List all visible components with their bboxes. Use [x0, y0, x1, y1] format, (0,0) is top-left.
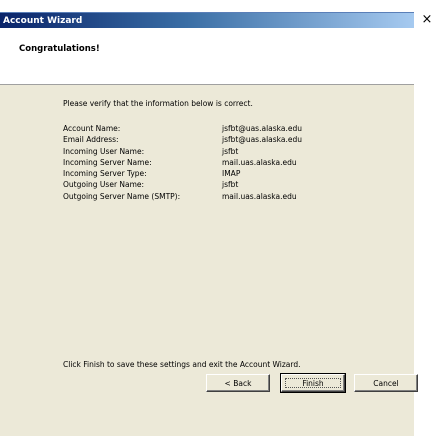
row-label: Outgoing User Name:: [63, 180, 145, 190]
page-heading: Congratulations!: [19, 44, 100, 54]
title-bar[interactable]: Account Wizard: [0, 12, 414, 29]
row-label: Incoming Server Type:: [63, 169, 147, 179]
row-label: Outgoing Server Name (SMTP):: [63, 191, 181, 201]
wizard-content: Please verify that the information below…: [0, 84, 418, 436]
row-value: mail.uas.alaska.edu: [222, 191, 297, 201]
verify-instruction: Please verify that the information below…: [63, 99, 253, 108]
cancel-button[interactable]: Cancel: [354, 374, 418, 392]
row-label: Incoming User Name:: [63, 146, 145, 156]
row-value: jsfbt: [222, 180, 239, 190]
back-button[interactable]: < Back: [206, 374, 270, 392]
summary-row: Incoming Server Name: mail.uas.alaska.ed…: [63, 157, 302, 168]
summary-row: Incoming User Name: jsfbt: [63, 146, 302, 157]
summary-row: Outgoing Server Name (SMTP): mail.uas.al…: [63, 191, 302, 202]
summary-row: Email Address: jsfbt@uas.alaska.edu: [63, 134, 302, 145]
row-value: jsfbt@uas.alaska.edu: [222, 124, 302, 133]
focus-ring: [285, 378, 341, 388]
wizard-header: Congratulations!: [0, 28, 414, 84]
window-title: Account Wizard: [3, 16, 83, 26]
summary-row: Outgoing User Name: jsfbt: [63, 179, 302, 190]
account-summary-table: Account Name: jsfbt@uas.alaska.edu Email…: [63, 123, 302, 202]
row-label: Account Name:: [63, 124, 121, 133]
row-value: jsfbt@uas.alaska.edu: [222, 135, 302, 145]
row-value: jsfbt: [222, 146, 239, 156]
finish-button[interactable]: Finish: [280, 373, 346, 393]
row-value: mail.uas.alaska.edu: [222, 157, 297, 167]
finish-instruction: Click Finish to save these settings and …: [63, 360, 301, 369]
summary-row: Incoming Server Type: IMAP: [63, 168, 302, 179]
close-icon[interactable]: ×: [421, 12, 433, 28]
row-label: Incoming Server Name:: [63, 157, 152, 167]
row-label: Email Address:: [63, 135, 119, 145]
summary-row: Account Name: jsfbt@uas.alaska.edu: [63, 123, 302, 134]
row-value: IMAP: [222, 169, 241, 179]
